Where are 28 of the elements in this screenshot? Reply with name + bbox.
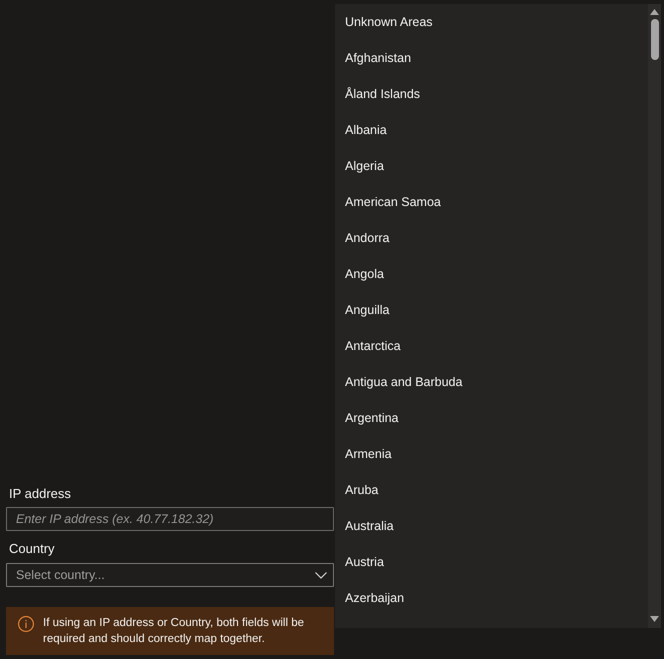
scroll-down-icon[interactable] xyxy=(650,616,659,622)
country-option[interactable]: Antigua and Barbuda xyxy=(335,364,648,400)
chevron-down-icon xyxy=(315,572,327,579)
country-option[interactable]: Åland Islands xyxy=(335,76,648,112)
scrollbar-thumb[interactable] xyxy=(650,19,658,60)
field-label: IP address xyxy=(9,486,71,502)
country-option[interactable]: Unknown Areas xyxy=(335,4,648,40)
ip-address-input[interactable]: Enter IP address (ex. 40.77.182.32) xyxy=(6,507,334,531)
country-option[interactable]: Azerbaijan xyxy=(335,580,648,616)
country-option[interactable]: Anguilla xyxy=(335,292,648,328)
country-option[interactable]: Argentina xyxy=(335,400,648,436)
country-option[interactable]: Andorra xyxy=(335,220,648,256)
scroll-up-icon[interactable] xyxy=(650,9,659,15)
country-option[interactable]: Armenia xyxy=(335,436,648,472)
country-option[interactable]: American Samoa xyxy=(335,184,648,220)
country-option[interactable]: Afghanistan xyxy=(335,40,648,76)
country-option[interactable]: Aruba xyxy=(335,472,648,508)
info-icon xyxy=(18,616,34,632)
country-select[interactable]: Select country... xyxy=(6,563,334,587)
country-option[interactable]: Albania xyxy=(335,112,648,148)
country-option[interactable]: Angola xyxy=(335,256,648,292)
country-option[interactable]: Algeria xyxy=(335,148,648,184)
field-label: Country xyxy=(9,541,55,557)
scrollbar[interactable] xyxy=(648,4,661,628)
country-option[interactable]: Austria xyxy=(335,544,648,580)
warning-text: If using an IP address or Country, both fields will be required and should correctly map together. xyxy=(43,616,306,647)
country-option[interactable]: Antarctica xyxy=(335,328,648,364)
country-option[interactable]: Australia xyxy=(335,508,648,544)
